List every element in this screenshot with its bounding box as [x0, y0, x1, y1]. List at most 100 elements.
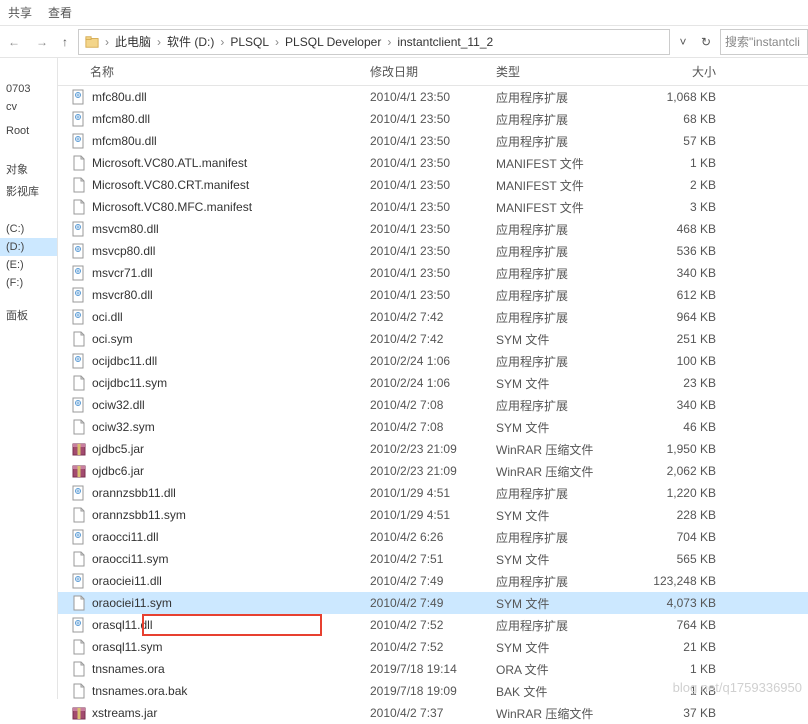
crumb-2[interactable]: PLSQL	[228, 35, 271, 49]
dll-icon	[70, 528, 88, 546]
file-row[interactable]: orasql11.sym2010/4/2 7:52SYM 文件21 KB	[58, 636, 808, 658]
col-name[interactable]: 名称	[90, 63, 370, 80]
file-row[interactable]: oraocci11.dll2010/4/2 6:26应用程序扩展704 KB	[58, 526, 808, 548]
file-row[interactable]: mfc80u.dll2010/4/1 23:50应用程序扩展1,068 KB	[58, 86, 808, 108]
dll-icon	[70, 484, 88, 502]
sidebar-item[interactable]: Root	[0, 122, 57, 140]
sidebar-item[interactable]: cv	[0, 98, 57, 116]
file-row[interactable]: msvcp80.dll2010/4/1 23:50应用程序扩展536 KB	[58, 240, 808, 262]
file-date: 2010/4/2 7:42	[370, 332, 496, 346]
file-row[interactable]: xstreams.jar2010/4/2 7:37WinRAR 压缩文件37 K…	[58, 702, 808, 724]
breadcrumb[interactable]: › 此电脑 › 软件 (D:) › PLSQL › PLSQL Develope…	[78, 29, 670, 55]
sidebar-item[interactable]: 0703	[0, 80, 57, 98]
file-row[interactable]: msvcr71.dll2010/4/1 23:50应用程序扩展340 KB	[58, 262, 808, 284]
file-row[interactable]: ociw32.sym2010/4/2 7:08SYM 文件46 KB	[58, 416, 808, 438]
sidebar-item[interactable]: (C:)	[0, 220, 57, 238]
file-date: 2010/2/24 1:06	[370, 376, 496, 390]
file-row[interactable]: Microsoft.VC80.ATL.manifest2010/4/1 23:5…	[58, 152, 808, 174]
file-row[interactable]: oci.dll2010/4/2 7:42应用程序扩展964 KB	[58, 306, 808, 328]
file-type: WinRAR 压缩文件	[496, 463, 626, 480]
file-row[interactable]: msvcm80.dll2010/4/1 23:50应用程序扩展468 KB	[58, 218, 808, 240]
file-size: 46 KB	[626, 420, 716, 434]
file-size: 1,068 KB	[626, 90, 716, 104]
file-size: 68 KB	[626, 112, 716, 126]
crumb-1[interactable]: 软件 (D:)	[165, 33, 216, 50]
forward-button[interactable]: →	[28, 28, 56, 56]
sidebar-item[interactable]: 对象	[0, 158, 57, 180]
file-row[interactable]: ocijdbc11.sym2010/2/24 1:06SYM 文件23 KB	[58, 372, 808, 394]
file-row[interactable]: Microsoft.VC80.MFC.manifest2010/4/1 23:5…	[58, 196, 808, 218]
file-row[interactable]: orasql11.dll2010/4/2 7:52应用程序扩展764 KB	[58, 614, 808, 636]
file-row[interactable]: tnsnames.ora2019/7/18 19:14ORA 文件1 KB	[58, 658, 808, 680]
file-type: 应用程序扩展	[496, 309, 626, 326]
file-row[interactable]: orannzsbb11.dll2010/1/29 4:51应用程序扩展1,220…	[58, 482, 808, 504]
file-size: 2,062 KB	[626, 464, 716, 478]
file-type: 应用程序扩展	[496, 397, 626, 414]
search-input[interactable]: 搜索"instantcli	[720, 29, 808, 55]
menu-share[interactable]: 共享	[8, 4, 32, 21]
file-row[interactable]: ocijdbc11.dll2010/2/24 1:06应用程序扩展100 KB	[58, 350, 808, 372]
crumb-0[interactable]: 此电脑	[113, 33, 153, 50]
dll-icon	[70, 242, 88, 260]
file-size: 37 KB	[626, 706, 716, 720]
col-date[interactable]: 修改日期	[370, 63, 496, 80]
col-type[interactable]: 类型	[496, 63, 626, 80]
file-size: 251 KB	[626, 332, 716, 346]
file-date: 2010/4/2 7:51	[370, 552, 496, 566]
file-row[interactable]: oraociei11.sym2010/4/2 7:49SYM 文件4,073 K…	[58, 592, 808, 614]
dll-icon	[70, 286, 88, 304]
file-row[interactable]: mfcm80u.dll2010/4/1 23:50应用程序扩展57 KB	[58, 130, 808, 152]
file-date: 2010/2/23 21:09	[370, 464, 496, 478]
file-type: BAK 文件	[496, 683, 626, 700]
file-date: 2010/4/2 7:49	[370, 574, 496, 588]
chevron-right-icon: ›	[153, 35, 165, 49]
file-type: ORA 文件	[496, 661, 626, 678]
file-size: 123,248 KB	[626, 574, 716, 588]
file-row[interactable]: oci.sym2010/4/2 7:42SYM 文件251 KB	[58, 328, 808, 350]
back-button[interactable]: ←	[0, 28, 28, 56]
sidebar-item[interactable]: 影视库	[0, 180, 57, 202]
history-dropdown-icon[interactable]: ˅	[674, 35, 692, 49]
file-row[interactable]: msvcr80.dll2010/4/1 23:50应用程序扩展612 KB	[58, 284, 808, 306]
file-row[interactable]: ojdbc6.jar2010/2/23 21:09WinRAR 压缩文件2,06…	[58, 460, 808, 482]
rar-icon	[70, 462, 88, 480]
sidebar-item[interactable]: (E:)	[0, 256, 57, 274]
sidebar-item[interactable]: 面板	[0, 304, 57, 326]
sidebar-item[interactable]: (F:)	[0, 274, 57, 292]
refresh-button[interactable]: ↻	[692, 35, 720, 49]
file-icon	[70, 594, 88, 612]
file-icon	[70, 154, 88, 172]
dll-icon	[70, 308, 88, 326]
file-size: 340 KB	[626, 398, 716, 412]
crumb-3[interactable]: PLSQL Developer	[283, 35, 383, 49]
file-name: msvcr71.dll	[92, 266, 370, 280]
crumb-4[interactable]: instantclient_11_2	[395, 35, 495, 49]
file-row[interactable]: oraocci11.sym2010/4/2 7:51SYM 文件565 KB	[58, 548, 808, 570]
file-row[interactable]: ojdbc5.jar2010/2/23 21:09WinRAR 压缩文件1,95…	[58, 438, 808, 460]
file-row[interactable]: Microsoft.VC80.CRT.manifest2010/4/1 23:5…	[58, 174, 808, 196]
sidebar: 0703cv Root 对象影视库 (C:)(D:)(E:)(F:) 面板	[0, 58, 58, 699]
file-date: 2010/4/1 23:50	[370, 156, 496, 170]
file-size: 612 KB	[626, 288, 716, 302]
file-size: 1 KB	[626, 156, 716, 170]
rar-icon	[70, 704, 88, 722]
file-name: ociw32.dll	[92, 398, 370, 412]
file-icon	[70, 638, 88, 656]
up-button[interactable]: ↑	[56, 35, 74, 49]
file-size: 565 KB	[626, 552, 716, 566]
file-row[interactable]: oraociei11.dll2010/4/2 7:49应用程序扩展123,248…	[58, 570, 808, 592]
file-row[interactable]: ociw32.dll2010/4/2 7:08应用程序扩展340 KB	[58, 394, 808, 416]
file-name: mfc80u.dll	[92, 90, 370, 104]
file-date: 2010/4/1 23:50	[370, 288, 496, 302]
file-row[interactable]: orannzsbb11.sym2010/1/29 4:51SYM 文件228 K…	[58, 504, 808, 526]
sidebar-item[interactable]: (D:)	[0, 238, 57, 256]
rar-icon	[70, 440, 88, 458]
col-size[interactable]: 大小	[626, 63, 716, 80]
file-type: 应用程序扩展	[496, 265, 626, 282]
file-date: 2010/4/2 7:08	[370, 398, 496, 412]
menu-view[interactable]: 查看	[48, 4, 72, 21]
file-icon	[70, 682, 88, 700]
file-row[interactable]: mfcm80.dll2010/4/1 23:50应用程序扩展68 KB	[58, 108, 808, 130]
file-size: 964 KB	[626, 310, 716, 324]
file-name: orannzsbb11.sym	[92, 508, 370, 522]
